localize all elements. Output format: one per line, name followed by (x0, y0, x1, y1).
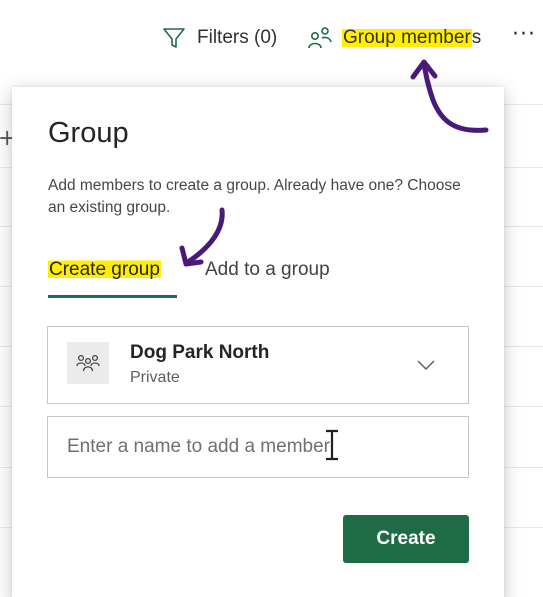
filters-button[interactable]: Filters (0) (161, 22, 277, 54)
create-button[interactable]: Create (343, 515, 469, 563)
filters-label: Filters (0) (197, 27, 278, 48)
text-cursor-icon (326, 429, 338, 461)
filter-icon (163, 28, 185, 48)
panel-description: Add members to create a group. Already h… (48, 177, 461, 216)
chevron-down-icon (417, 360, 435, 371)
group-privacy: Private (130, 369, 180, 386)
group-panel: Group Add members to create a group. Alr… (12, 87, 504, 597)
group-name: Dog Park North (130, 342, 270, 363)
tab-create-group[interactable]: Create group (48, 259, 161, 281)
tab-add-to-group[interactable]: Add to a group (205, 259, 330, 281)
panel-title: Group (48, 117, 129, 149)
group-icon (76, 354, 100, 372)
group-avatar (67, 342, 109, 384)
more-options-icon[interactable]: ··· (512, 22, 536, 47)
selected-tab-indicator (48, 295, 177, 298)
tab-create-group-label: Create group (48, 259, 161, 280)
member-name-input[interactable] (47, 416, 469, 478)
group-members-button[interactable]: Group member s (306, 22, 481, 54)
group-members-label-suffix: s (471, 27, 482, 48)
group-dropdown[interactable]: Dog Park North Private (47, 326, 469, 404)
people-icon (308, 27, 332, 49)
group-members-label: Group member (342, 27, 472, 49)
